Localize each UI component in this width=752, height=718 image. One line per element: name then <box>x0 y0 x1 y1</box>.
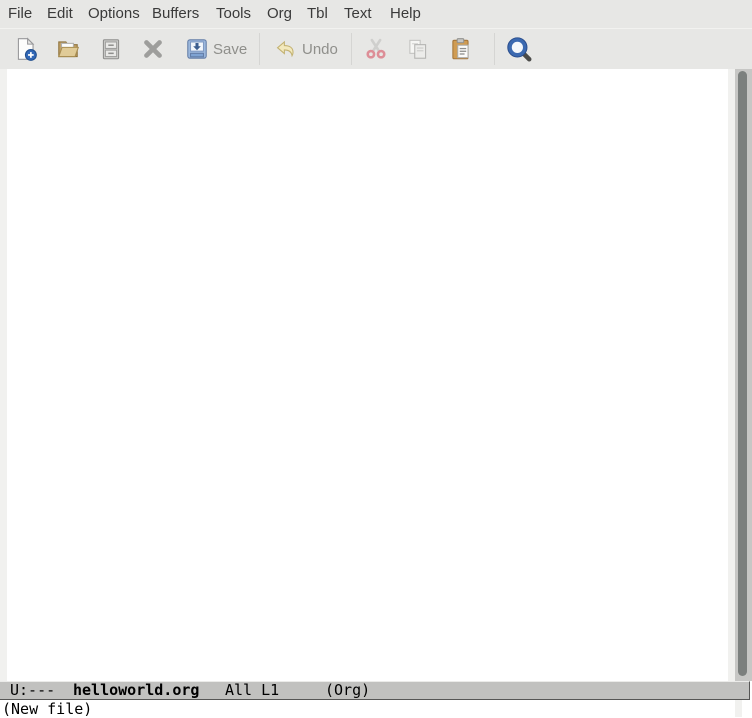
scrollbar-thumb[interactable] <box>738 71 747 676</box>
toolbar-separator <box>351 33 352 65</box>
new-file-button[interactable] <box>13 34 39 64</box>
modeline-major-mode: (Org) <box>325 681 371 699</box>
close-icon <box>140 36 166 62</box>
menu-bar: File Edit Options Buffers Tools Org Tbl … <box>0 0 752 28</box>
modeline-status: U:--- <box>10 681 56 699</box>
menu-tools[interactable]: Tools <box>216 0 251 28</box>
text-buffer[interactable] <box>0 69 752 681</box>
file-cabinet-icon <box>98 36 124 62</box>
undo-icon <box>273 36 299 62</box>
cut-scissors-icon <box>363 36 389 62</box>
menu-edit[interactable]: Edit <box>47 0 73 28</box>
copy-button[interactable] <box>405 34 431 64</box>
save-button[interactable]: Save <box>184 34 247 64</box>
mode-line[interactable]: U:--- helloworld.org All L1 (Org) <box>0 681 750 700</box>
dired-button[interactable] <box>98 34 124 64</box>
open-file-button[interactable] <box>55 34 81 64</box>
menu-options[interactable]: Options <box>88 0 140 28</box>
paste-button[interactable] <box>448 34 474 64</box>
toolbar-separator <box>259 33 260 65</box>
undo-button[interactable]: Undo <box>273 34 338 64</box>
save-button-label: Save <box>213 40 248 58</box>
tool-bar: Save Undo <box>0 28 752 69</box>
kill-buffer-button[interactable] <box>140 34 166 64</box>
search-button[interactable] <box>505 34 533 64</box>
undo-button-label: Undo <box>302 40 338 58</box>
left-fringe <box>0 69 7 681</box>
echo-area-fringe <box>735 700 742 717</box>
search-icon <box>505 35 533 63</box>
modeline-buffer-name: helloworld.org <box>73 681 200 699</box>
cut-button[interactable] <box>363 34 389 64</box>
vertical-scrollbar[interactable] <box>735 69 752 681</box>
copy-icon <box>405 36 431 62</box>
menu-tbl[interactable]: Tbl <box>307 0 328 28</box>
menu-org[interactable]: Org <box>267 0 292 28</box>
new-file-icon <box>13 36 39 62</box>
modeline-position: All L1 <box>225 681 280 699</box>
emacs-frame: File Edit Options Buffers Tools Org Tbl … <box>0 0 752 718</box>
menu-file[interactable]: File <box>8 0 32 28</box>
right-fringe <box>728 69 735 681</box>
open-folder-icon <box>55 36 81 62</box>
toolbar-separator <box>494 33 495 65</box>
menu-text[interactable]: Text <box>344 0 372 28</box>
save-icon <box>184 36 210 62</box>
menu-buffers[interactable]: Buffers <box>152 0 199 28</box>
paste-clipboard-icon <box>448 36 474 62</box>
echo-area: (New file) <box>0 700 752 718</box>
menu-help[interactable]: Help <box>390 0 421 28</box>
